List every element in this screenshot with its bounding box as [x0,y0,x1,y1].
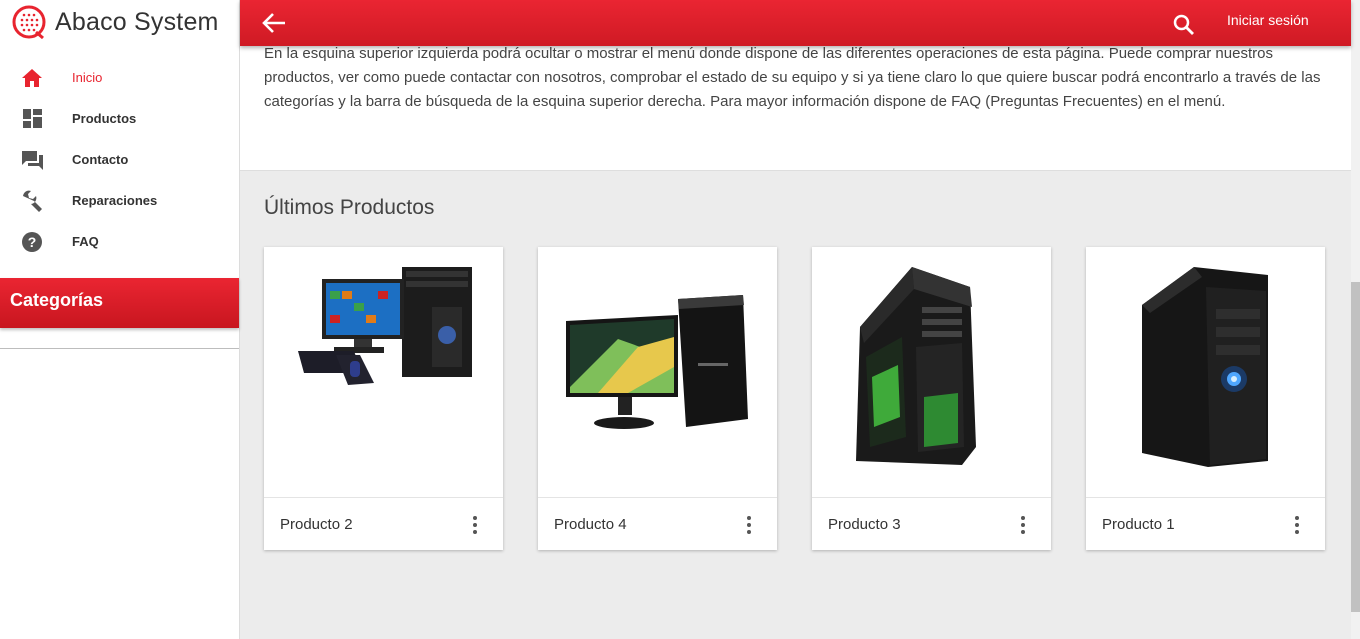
sidebar-item-reparaciones[interactable]: Reparaciones [0,180,239,221]
sidebar-nav: Inicio Productos Contacto Reparaciones ?… [0,57,239,262]
card-footer: Producto 4 [538,497,777,551]
product-image [856,267,976,465]
more-vert-icon[interactable] [741,516,757,534]
more-vert-icon[interactable] [1289,516,1305,534]
chat-icon [20,148,44,172]
svg-text:?: ? [28,234,37,250]
more-vert-icon[interactable] [1015,516,1031,534]
product-card[interactable]: Producto 2 [264,247,503,550]
product-name: Producto 2 [280,516,353,533]
home-icon [20,66,44,90]
wrench-icon [20,189,44,213]
intro-text: En la esquina superior izquierda podrá o… [264,45,1321,110]
brand-name: Abaco System [55,7,219,36]
sidebar-item-productos[interactable]: Productos [0,98,239,139]
categories-title: Categorías [10,290,104,310]
product-image [298,267,472,385]
sidebar-item-faq[interactable]: ? FAQ [0,221,239,262]
sidebar-item-label: Inicio [72,70,103,85]
help-icon: ? [20,230,44,254]
card-footer: Producto 1 [1086,497,1325,551]
product-card[interactable]: Producto 1 [1086,247,1325,550]
scrollbar[interactable] [1351,0,1360,639]
section-title: Últimos Productos [264,196,435,219]
sidebar-item-contacto[interactable]: Contacto [0,139,239,180]
card-footer: Producto 2 [264,497,503,551]
search-icon[interactable] [1173,14,1195,36]
product-name: Producto 3 [828,516,901,533]
sidebar-item-label: Reparaciones [72,193,158,208]
top-app-bar: Iniciar sesión [240,0,1351,46]
product-name: Producto 4 [554,516,627,533]
categories-header[interactable]: Categorías [0,278,239,328]
sidebar-item-label: Productos [72,111,137,126]
dashboard-icon [20,107,44,131]
sidebar-item-inicio[interactable]: Inicio [0,57,239,98]
login-button[interactable]: Iniciar sesión [1227,12,1309,28]
sidebar-item-label: Contacto [72,152,129,167]
scrollbar-thumb[interactable] [1351,282,1360,612]
product-card[interactable]: Producto 3 [812,247,1051,550]
more-vert-icon[interactable] [467,516,483,534]
divider [0,348,239,349]
arrow-left-icon[interactable] [260,11,288,35]
sidebar: Abaco System Inicio Productos Contacto R… [0,0,240,639]
product-name: Producto 1 [1102,516,1175,533]
product-card[interactable]: Producto 4 [538,247,777,550]
product-image [1142,267,1268,467]
card-footer: Producto 3 [812,497,1051,551]
brand[interactable]: Abaco System [12,4,219,40]
abaco-logo-icon [12,5,46,39]
sidebar-item-label: FAQ [72,234,99,249]
product-image [566,295,748,429]
